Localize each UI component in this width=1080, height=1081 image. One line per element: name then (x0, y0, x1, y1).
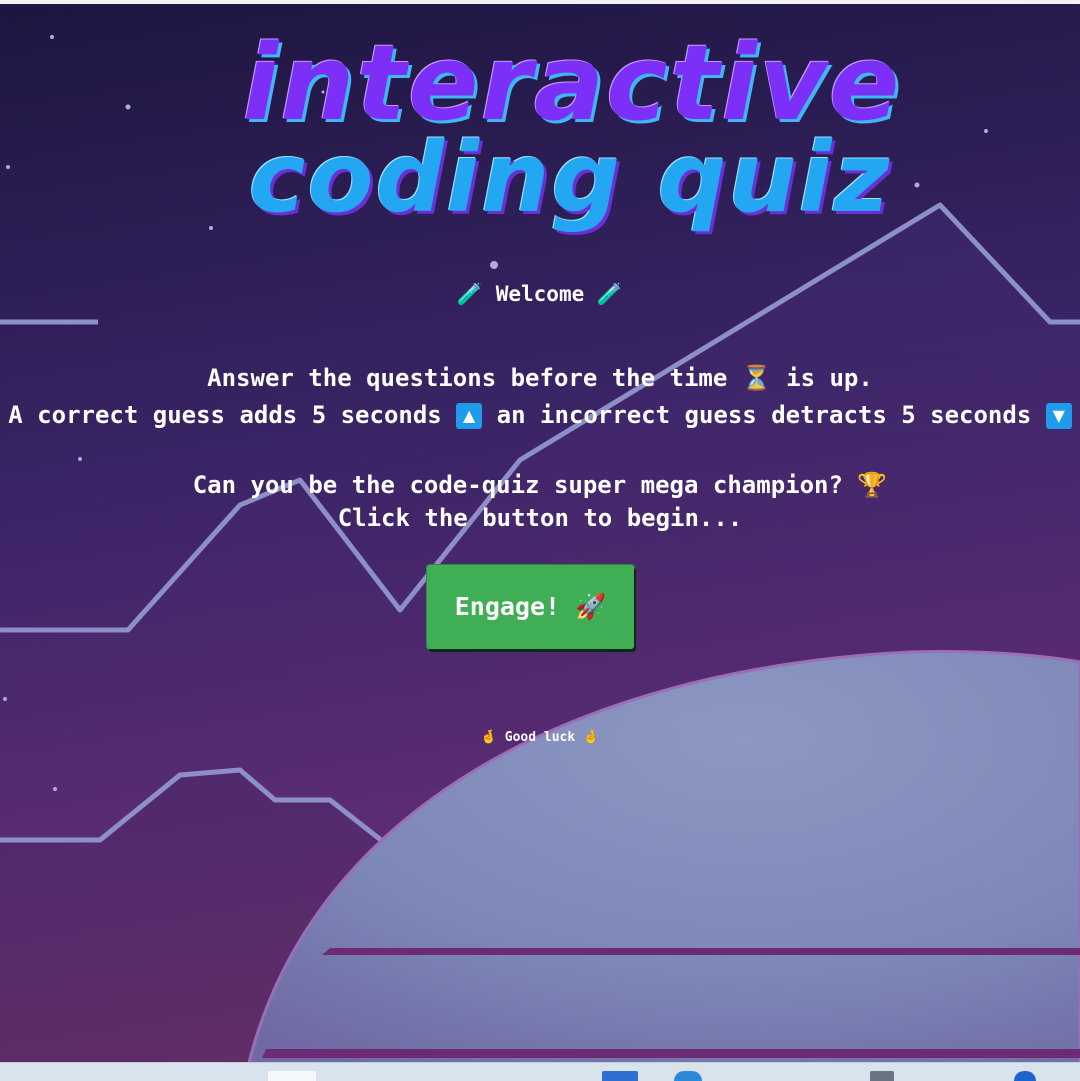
good-luck-message: 🤞 Good luck 🤞 (0, 730, 1080, 745)
hourglass-icon: ⏳ (741, 364, 772, 392)
instruction-text: an incorrect guess detracts 5 seconds (496, 401, 1032, 429)
engage-button[interactable]: Engage! 🚀 (427, 565, 634, 649)
instruction-line-1: Answer the questions before the time ⏳ i… (0, 364, 1080, 392)
test-tube-icon: 🧪 (596, 282, 624, 306)
os-taskbar (0, 1062, 1080, 1081)
begin-prompt: Click the button to begin... (337, 504, 743, 532)
instruction-line-2: A correct guess adds 5 seconds ▲ an inco… (0, 401, 1080, 429)
crossed-fingers-icon: 🤞 (480, 730, 497, 745)
crossed-fingers-icon: 🤞 (583, 730, 600, 745)
instruction-text: A correct guess adds 5 seconds (8, 401, 442, 429)
engage-button-label: Engage! (454, 592, 561, 621)
rocket-icon: 🚀 (575, 592, 607, 621)
browser-top-edge (0, 0, 1080, 4)
instruction-text: is up. (786, 364, 873, 392)
instruction-text: Answer the questions before the time (207, 364, 728, 392)
welcome-text: Welcome (495, 282, 585, 306)
challenge-question: Can you be the code-quiz super mega cham… (0, 471, 1080, 499)
challenge-text: Can you be the code-quiz super mega cham… (192, 471, 843, 499)
good-luck-text: Good luck (504, 730, 576, 745)
up-arrow-icon: ▲ (456, 403, 483, 429)
trophy-icon: 🏆 (857, 471, 888, 499)
welcome-heading: 🧪 Welcome 🧪 (0, 282, 1080, 307)
page-title-line-2: coding quiz (248, 122, 892, 234)
down-arrow-icon: ▼ (1045, 403, 1072, 429)
test-tube-icon: 🧪 (456, 282, 484, 306)
